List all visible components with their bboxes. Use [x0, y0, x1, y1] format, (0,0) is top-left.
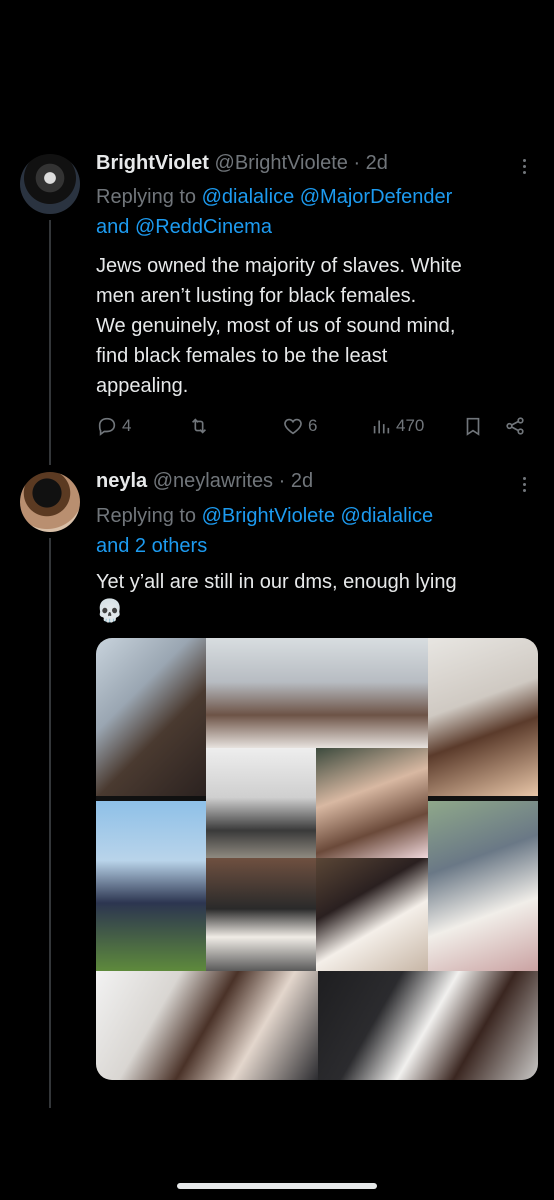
like-count: 6 [308, 416, 318, 435]
mention-links[interactable]: and 2 others [96, 535, 207, 557]
repost-icon [191, 418, 207, 434]
thread-line [49, 220, 51, 465]
views-count: 470 [396, 416, 425, 435]
more-icon[interactable] [514, 156, 534, 176]
repost-button[interactable] [188, 415, 214, 437]
photo-bride-groom-closeup[interactable] [96, 971, 318, 1080]
like-button[interactable]: 6 [282, 415, 317, 437]
mention-links[interactable]: and [96, 216, 129, 238]
text-line: We genuinely, most of us of sound mind, [96, 315, 456, 337]
share-button[interactable] [504, 415, 526, 437]
replying-to: Replying to @BrightViolete @dialalice an… [96, 501, 536, 561]
tweet-header: neyla @neylawrites · 2d [96, 470, 514, 493]
tweet-text: Jews owned the majority of slaves. White… [96, 251, 536, 401]
photo-wedding-couple-1[interactable] [428, 801, 538, 971]
reply-count: 4 [122, 416, 132, 435]
photo-bride-groom-car[interactable] [318, 971, 538, 1080]
photo-couple-selfie[interactable] [96, 638, 206, 796]
like-icon [284, 418, 302, 435]
photo-family-yard[interactable] [96, 801, 206, 971]
more-icon[interactable] [514, 474, 534, 494]
photo-family-portrait[interactable] [428, 638, 538, 796]
handle[interactable]: @neylawrites [153, 470, 273, 492]
photo-family-outdoor[interactable] [206, 748, 316, 858]
separator: · [278, 470, 286, 492]
tweet-brightviolet[interactable]: BrightViolet @BrightViolete · 2d Replyin… [0, 0, 554, 465]
avatar[interactable] [20, 154, 80, 214]
display-name[interactable]: BrightViolet [96, 152, 209, 174]
text-line: Jews owned the majority of slaves. White [96, 255, 462, 277]
avatar[interactable] [20, 472, 80, 532]
separator: · [353, 152, 361, 174]
replying-to: Replying to @dialalice @MajorDefender an… [96, 182, 536, 242]
mention-links[interactable]: @dialalice @MajorDefender [202, 186, 453, 208]
reply-icon [98, 417, 116, 436]
display-name[interactable]: neyla [96, 470, 147, 492]
mention-links[interactable]: @ReddCinema [135, 216, 272, 238]
views-button[interactable]: 470 [370, 415, 424, 437]
timestamp[interactable]: 2d [291, 470, 313, 492]
replying-prefix: Replying to [96, 186, 197, 208]
tweet-text: Yet y’all are still in our dms, enough l… [96, 567, 536, 597]
photo-wedding-couple-2[interactable] [316, 858, 428, 971]
tweet-header: BrightViolet @BrightViolete · 2d [96, 152, 514, 175]
reply-button[interactable]: 4 [96, 415, 131, 437]
share-icon [506, 417, 524, 435]
photo-wedding-party[interactable] [206, 858, 316, 971]
bookmark-button[interactable] [462, 415, 484, 437]
text-line: Yet y’all are still in our dms, enough l… [96, 571, 457, 593]
mention-links[interactable]: @BrightViolete @dialalice [202, 505, 433, 527]
replying-prefix: Replying to [96, 505, 197, 527]
photo-family-group[interactable] [206, 638, 428, 748]
bookmark-icon [466, 417, 480, 436]
text-line: appealing. [96, 375, 189, 397]
views-icon [373, 420, 390, 434]
action-bar: 4 6 470 [96, 415, 536, 445]
handle[interactable]: @BrightViolete [215, 152, 348, 174]
media-collage[interactable] [96, 638, 538, 1080]
thread-line [49, 538, 51, 1108]
skull-emoji: 💀 [96, 598, 124, 623]
timestamp[interactable]: 2d [366, 152, 388, 174]
text-line: men aren’t lusting for black females. [96, 285, 417, 307]
home-indicator [177, 1183, 377, 1189]
text-line: find black females to be the least [96, 345, 388, 367]
photo-parents-kids[interactable] [316, 748, 428, 858]
